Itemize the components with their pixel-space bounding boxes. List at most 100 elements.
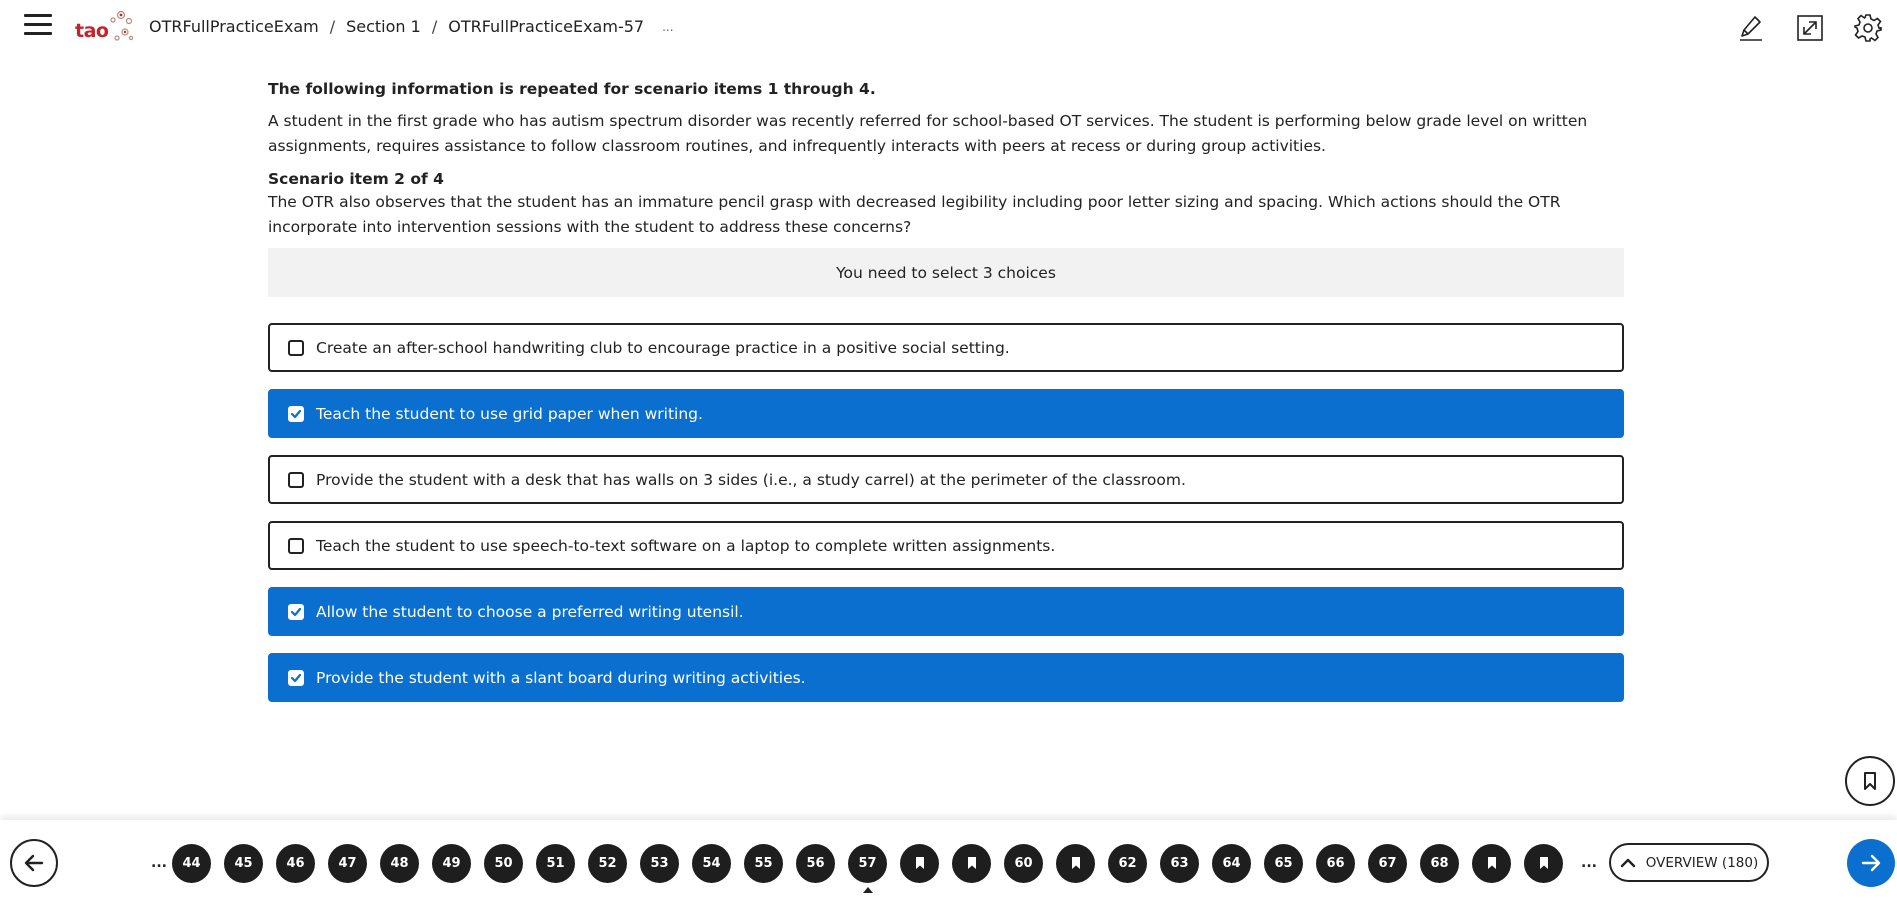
nav-item[interactable]: 66 <box>1316 843 1355 883</box>
nav-item-bookmarked[interactable] <box>1472 843 1511 883</box>
bottom-navigation: ... 44 45 46 47 48 49 50 51 52 53 54 55 56 57 60 62 63 64… <box>0 820 1897 903</box>
gear-icon[interactable] <box>1853 13 1883 43</box>
bookmark-icon <box>1539 857 1548 869</box>
nav-item-label: 55 <box>754 855 773 871</box>
checkbox-checked-icon[interactable] <box>288 669 304 686</box>
breadcrumb-item: OTRFullPracticeExam-57 <box>448 17 645 36</box>
nav-item[interactable]: 63 <box>1160 843 1199 883</box>
nav-item-label: 57 <box>858 855 877 871</box>
bookmark-icon <box>915 857 924 869</box>
nav-item-label: 62 <box>1118 855 1137 871</box>
nav-item[interactable]: 45 <box>224 843 263 883</box>
nav-item-label: 48 <box>390 855 409 871</box>
nav-item-label: 53 <box>650 855 669 871</box>
item-content: The following information is repeated fo… <box>268 78 1624 719</box>
nav-item-bookmarked[interactable] <box>952 843 991 883</box>
chevron-up-icon <box>1620 858 1635 867</box>
nav-item-label: 52 <box>598 855 617 871</box>
nav-item-bookmarked[interactable] <box>1056 843 1095 883</box>
nav-item[interactable]: 65 <box>1264 843 1303 883</box>
pencil-icon[interactable] <box>1736 13 1766 43</box>
choice-option-selected[interactable]: Provide the student with a slant board d… <box>268 653 1624 702</box>
choice-label: Teach the student to use speech-to-text … <box>316 536 1056 555</box>
nav-ellipsis-left[interactable]: ... <box>146 855 172 871</box>
passage-text: A student in the first grade who has aut… <box>268 112 1588 155</box>
nav-item-label: 67 <box>1378 855 1397 871</box>
question-prompt: The OTR also observes that the student h… <box>268 193 1561 236</box>
bookmark-icon <box>1864 772 1876 790</box>
nav-item[interactable]: 47 <box>328 843 367 883</box>
nav-item-label: 45 <box>234 855 253 871</box>
nav-item[interactable]: 52 <box>588 843 627 883</box>
choice-option-selected[interactable]: Allow the student to choose a preferred … <box>268 587 1624 636</box>
nav-item-label: 47 <box>338 855 357 871</box>
nav-item-label: 63 <box>1170 855 1189 871</box>
nav-item[interactable]: 48 <box>380 843 419 883</box>
bookmark-icon <box>1071 857 1080 869</box>
top-bar: tao OTRFullPracticeExam / Section 1 / OT… <box>0 0 1897 54</box>
nav-item[interactable]: 64 <box>1212 843 1251 883</box>
nav-item[interactable]: 56 <box>796 843 835 883</box>
item-navigator: ... 44 45 46 47 48 49 50 51 52 53 54 55 56 57 60 62 63 64… <box>146 842 1602 893</box>
nav-item[interactable]: 51 <box>536 843 575 883</box>
scenario-label: Scenario item 2 of 4 <box>268 170 444 188</box>
nav-item-label: 56 <box>806 855 825 871</box>
breadcrumb: OTRFullPracticeExam / Section 1 / OTRFul… <box>149 17 674 36</box>
nav-item-label: 50 <box>494 855 513 871</box>
tao-logo: tao <box>75 8 134 48</box>
nav-item[interactable]: 44 <box>172 843 211 883</box>
nav-item-current[interactable]: 57 <box>848 843 887 893</box>
nav-item-label: 46 <box>286 855 305 871</box>
checkbox-checked-icon[interactable] <box>288 405 304 422</box>
passage-heading: The following information is repeated fo… <box>268 80 876 98</box>
checkbox-icon[interactable] <box>288 537 304 554</box>
nav-item-label: 64 <box>1222 855 1241 871</box>
nav-item[interactable]: 50 <box>484 843 523 883</box>
nav-item[interactable]: 68 <box>1420 843 1459 883</box>
nav-item-label: 60 <box>1014 855 1033 871</box>
choice-option-selected[interactable]: Teach the student to use grid paper when… <box>268 389 1624 438</box>
previous-button[interactable] <box>10 839 58 887</box>
choice-label: Create an after-school handwriting club … <box>316 338 1010 357</box>
choice-label: Provide the student with a desk that has… <box>316 470 1186 489</box>
menu-icon[interactable] <box>24 14 52 40</box>
nav-item[interactable]: 53 <box>640 843 679 883</box>
fullscreen-icon[interactable] <box>1795 13 1825 43</box>
checkbox-checked-icon[interactable] <box>288 603 304 620</box>
nav-item[interactable]: 67 <box>1368 843 1407 883</box>
nav-item[interactable]: 62 <box>1108 843 1147 883</box>
breadcrumb-exam[interactable]: OTRFullPracticeExam <box>149 17 319 36</box>
choice-option[interactable]: Teach the student to use speech-to-text … <box>268 521 1624 570</box>
nav-item[interactable]: 49 <box>432 843 471 883</box>
nav-item-label: 51 <box>546 855 565 871</box>
nav-item-bookmarked[interactable] <box>1524 843 1563 883</box>
nav-item-label: 66 <box>1326 855 1345 871</box>
nav-item-label: 68 <box>1430 855 1449 871</box>
choice-option[interactable]: Create an after-school handwriting club … <box>268 323 1624 372</box>
bookmark-button[interactable] <box>1845 756 1895 806</box>
nav-item-label: 49 <box>442 855 461 871</box>
nav-item[interactable]: 54 <box>692 843 731 883</box>
nav-item[interactable]: 60 <box>1004 843 1043 883</box>
nav-item-label: 65 <box>1274 855 1293 871</box>
overview-label: OVERVIEW (180) <box>1645 854 1759 871</box>
choice-label: Provide the student with a slant board d… <box>316 668 806 687</box>
bookmark-icon <box>1487 857 1496 869</box>
choice-label: Allow the student to choose a preferred … <box>316 602 744 621</box>
nav-item[interactable]: 46 <box>276 843 315 883</box>
choice-option[interactable]: Provide the student with a desk that has… <box>268 455 1624 504</box>
selection-instruction: You need to select 3 choices <box>268 248 1624 297</box>
overview-button[interactable]: OVERVIEW (180) <box>1609 843 1769 882</box>
breadcrumb-section[interactable]: Section 1 <box>346 17 421 36</box>
breadcrumb-more[interactable]: ... <box>662 20 673 34</box>
nav-item-bookmarked[interactable] <box>900 843 939 883</box>
checkbox-icon[interactable] <box>288 339 304 356</box>
bookmark-icon <box>967 857 976 869</box>
checkbox-icon[interactable] <box>288 471 304 488</box>
nav-item[interactable]: 55 <box>744 843 783 883</box>
nav-ellipsis-right[interactable]: ... <box>1576 855 1602 871</box>
next-button[interactable] <box>1847 839 1895 887</box>
choice-list: Create an after-school handwriting club … <box>268 323 1624 702</box>
choice-label: Teach the student to use grid paper when… <box>316 404 703 423</box>
nav-item-label: 44 <box>182 855 201 871</box>
